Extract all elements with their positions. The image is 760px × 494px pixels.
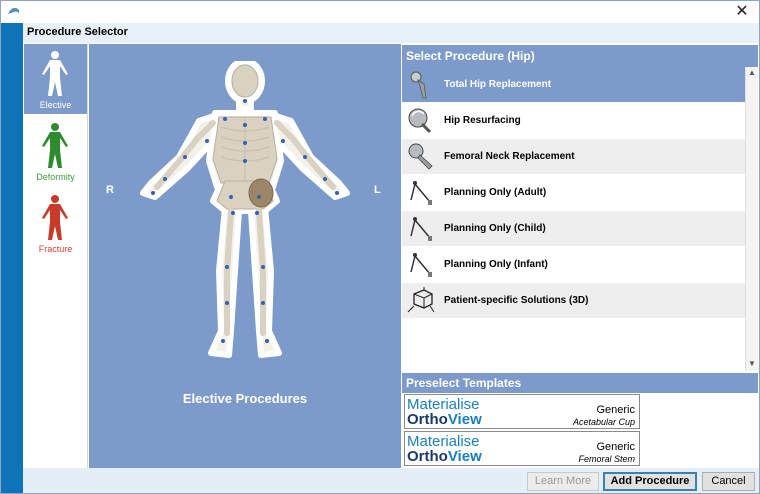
learn-more-button[interactable]: Learn More <box>527 472 599 491</box>
procedure-item-planning-child[interactable]: Planning Only (Child) <box>402 211 745 247</box>
resurfacing-cap-icon <box>408 108 432 134</box>
right-side-label: R <box>106 184 114 196</box>
add-procedure-button[interactable]: Add Procedure <box>603 472 697 491</box>
procedure-label: Hip Resurfacing <box>444 115 521 126</box>
figure-red-icon <box>42 195 68 240</box>
template-generic-label: Generic <box>596 441 635 453</box>
app-icon <box>8 7 20 14</box>
left-side-label: L <box>374 184 381 196</box>
procedure-item-hip-resurfacing[interactable]: Hip Resurfacing <box>402 103 745 139</box>
template-femoral-stem[interactable]: Materialise OrthoView Generic Femoral St… <box>404 431 640 466</box>
brand-logo-bottom: OrthoView <box>407 411 482 428</box>
compass-icon <box>410 253 432 277</box>
procedure-label: Planning Only (Child) <box>444 223 546 234</box>
skeleton-figure[interactable] <box>137 61 353 367</box>
procedure-item-patient-specific[interactable]: Patient-specific Solutions (3D) <box>402 283 745 319</box>
procedure-item-femoral-neck[interactable]: Femoral Neck Replacement <box>402 139 745 175</box>
cube-3d-icon <box>407 287 435 313</box>
title-bar: ✕ <box>1 1 759 23</box>
procedure-label: Femoral Neck Replacement <box>444 151 575 162</box>
procedure-label: Patient-specific Solutions (3D) <box>444 295 589 306</box>
figure-white-icon <box>42 51 68 96</box>
brand-logo-bottom: OrthoView <box>407 448 482 465</box>
templates-header: Preselect Templates <box>402 373 758 393</box>
category-sidebar: Elective Deformity Fracture <box>24 44 88 468</box>
scroll-down-icon[interactable]: ▼ <box>748 359 756 368</box>
procedure-scrollbar[interactable]: ▲ ▼ <box>745 67 758 371</box>
accent-stripe <box>1 23 23 493</box>
category-label: Elective <box>39 100 72 110</box>
procedure-label: Total Hip Replacement <box>444 79 552 90</box>
compass-icon <box>410 181 432 205</box>
category-elective[interactable]: Elective <box>24 44 87 114</box>
femoral-neck-icon <box>408 143 433 170</box>
template-type-label: Acetabular Cup <box>572 417 635 427</box>
hip-stem-icon <box>410 71 427 99</box>
procedure-label: Planning Only (Adult) <box>444 187 547 198</box>
category-label: Fracture <box>38 244 73 254</box>
figure-green-icon <box>42 123 68 168</box>
dialog-title: Procedure Selector <box>27 26 128 38</box>
template-generic-label: Generic <box>596 404 635 416</box>
scroll-up-icon[interactable]: ▲ <box>748 68 756 77</box>
procedure-item-planning-adult[interactable]: Planning Only (Adult) <box>402 175 745 211</box>
compass-icon <box>410 217 432 241</box>
category-fracture[interactable]: Fracture <box>24 188 87 258</box>
template-type-label: Femoral Stem <box>578 454 635 464</box>
body-view-caption: Elective Procedures <box>182 391 308 406</box>
procedure-label: Planning Only (Infant) <box>444 259 548 270</box>
category-deformity[interactable]: Deformity <box>24 116 87 186</box>
category-label: Deformity <box>36 172 75 182</box>
procedure-list-empty-area <box>402 319 745 371</box>
procedure-list: Total Hip Replacement Hip Resurfacing Fe… <box>402 67 745 319</box>
cancel-button[interactable]: Cancel <box>702 472 755 491</box>
template-acetabular-cup[interactable]: Materialise OrthoView Generic Acetabular… <box>404 394 640 429</box>
close-icon[interactable]: ✕ <box>733 2 751 20</box>
procedure-list-header: Select Procedure (Hip) <box>402 45 758 67</box>
procedure-selector-window: ✕ Procedure Selector Elective Deformity <box>0 0 760 494</box>
procedure-item-planning-infant[interactable]: Planning Only (Infant) <box>402 247 745 283</box>
procedure-item-total-hip[interactable]: Total Hip Replacement <box>402 67 745 103</box>
